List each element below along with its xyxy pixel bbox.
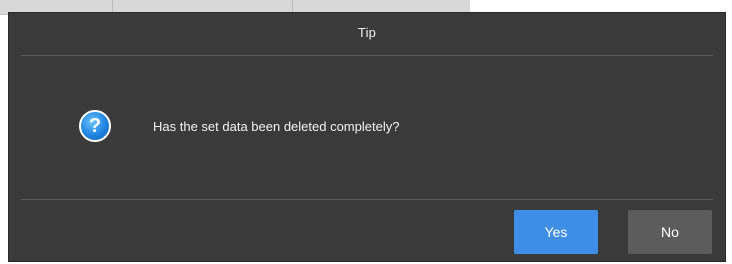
tip-dialog: Tip ? Has the set data been deleted comp… [8, 12, 726, 262]
screen: Tip ? Has the set data been deleted comp… [0, 0, 732, 264]
no-button[interactable]: No [628, 210, 712, 254]
dialog-body: ? Has the set data been deleted complete… [79, 110, 399, 142]
title-divider [21, 55, 713, 56]
dialog-message: Has the set data been deleted completely… [153, 118, 400, 134]
footer-divider [21, 199, 713, 200]
yes-button[interactable]: Yes [514, 210, 598, 254]
question-icon: ? [79, 110, 111, 142]
dialog-title: Tip [357, 24, 377, 40]
dialog-titlebar: Tip [9, 13, 725, 51]
